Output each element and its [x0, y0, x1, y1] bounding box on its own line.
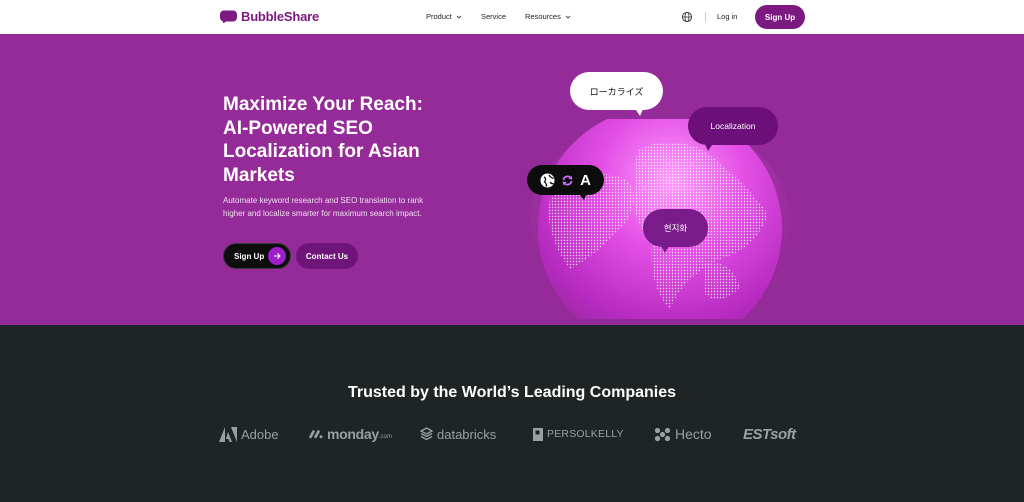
hero-description: Automate keyword research and SEO transl… — [223, 195, 463, 220]
korean-bubble: 현지화 — [643, 209, 708, 247]
hero-signup-button[interactable]: Sign Up — [223, 243, 291, 269]
sync-arrows-icon — [562, 175, 573, 185]
translate-letter: A — [580, 171, 591, 189]
hero-description-line: Automate keyword research and SEO transl… — [223, 196, 424, 205]
chevron-down-icon — [565, 15, 571, 19]
hero-title-line: AI-Powered SEO — [223, 117, 373, 139]
nav-product-label: Product — [426, 12, 452, 21]
hero-title-line: Localization for Asian — [223, 141, 420, 162]
globe-icon — [540, 173, 555, 187]
hero-contact-button[interactable]: Contact Us — [296, 243, 358, 269]
login-link[interactable]: Log in — [717, 12, 737, 21]
nav-service[interactable]: Service — [481, 12, 506, 21]
bubble-tail — [578, 193, 587, 200]
company-logos: Adobe monday .com databricks PERSOLKELLY — [0, 423, 1024, 445]
nav-resources[interactable]: Resources — [525, 12, 571, 21]
nav-product[interactable]: Product — [426, 12, 462, 21]
bubble-tail — [704, 142, 714, 151]
english-bubble-text: Localization — [710, 121, 756, 131]
monday-name: monday — [327, 426, 379, 442]
adobe-name: Adobe — [241, 426, 279, 442]
language-globe-icon[interactable] — [681, 11, 693, 23]
hecto-logo: Hecto — [654, 423, 712, 445]
nav-divider — [705, 12, 706, 22]
trusted-title: Trusted by the World’s Leading Companies — [347, 384, 677, 401]
hero-description-line: higher and localize smarter for maximum … — [223, 208, 422, 218]
databricks-name: databricks — [437, 426, 497, 442]
hero-section: Maximize Your Reach: AI-Powered SEO Loca… — [0, 34, 1024, 325]
hero-title: Maximize Your Reach: AI-Powered SEO Loca… — [223, 93, 463, 187]
bubble-logo-icon — [220, 10, 237, 23]
chevron-down-icon — [456, 15, 462, 19]
brand-logo[interactable]: BubbleShare — [220, 9, 319, 24]
monday-logo: monday .com — [309, 423, 392, 445]
databricks-logo: databricks — [420, 423, 496, 445]
persolkelly-icon — [533, 427, 543, 441]
persolkelly-logo: PERSOLKELLY — [533, 423, 624, 445]
nav-signup-button[interactable]: Sign Up — [755, 5, 805, 29]
translate-bubble: A — [527, 165, 604, 195]
hero-title-line: Maximize Your Reach: — [223, 94, 423, 115]
monday-suffix: .com — [378, 433, 392, 440]
japanese-bubble-text: ローカライズ — [589, 86, 644, 97]
korean-bubble-text: 현지화 — [663, 223, 688, 233]
persolkelly-name: PERSOLKELLY — [547, 428, 624, 440]
hecto-icon — [654, 427, 671, 441]
nav-service-label: Service — [481, 12, 507, 21]
bubble-tail — [660, 244, 670, 253]
databricks-icon — [420, 427, 433, 441]
trusted-section: Trusted by the World’s Leading Companies… — [0, 325, 1024, 502]
adobe-icon — [219, 426, 237, 442]
japanese-bubble: ローカライズ — [570, 72, 663, 110]
hecto-name: Hecto — [675, 426, 712, 442]
top-navbar: BubbleShare Product Service Resources Lo… — [0, 0, 1024, 34]
bubble-tail — [634, 107, 644, 116]
estsoft-logo: ESTsoft — [743, 423, 796, 445]
estsoft-name: ESTsoft — [743, 425, 796, 443]
hero-signup-label: Sign Up — [234, 251, 265, 261]
hero-title-line: Markets — [223, 164, 295, 186]
nav-resources-label: Resources — [525, 12, 561, 21]
english-bubble: Localization — [688, 107, 778, 145]
brand-name: BubbleShare — [241, 9, 319, 24]
monday-icon — [309, 430, 323, 439]
arrow-right-icon — [268, 247, 286, 265]
adobe-logo: Adobe — [219, 423, 279, 445]
